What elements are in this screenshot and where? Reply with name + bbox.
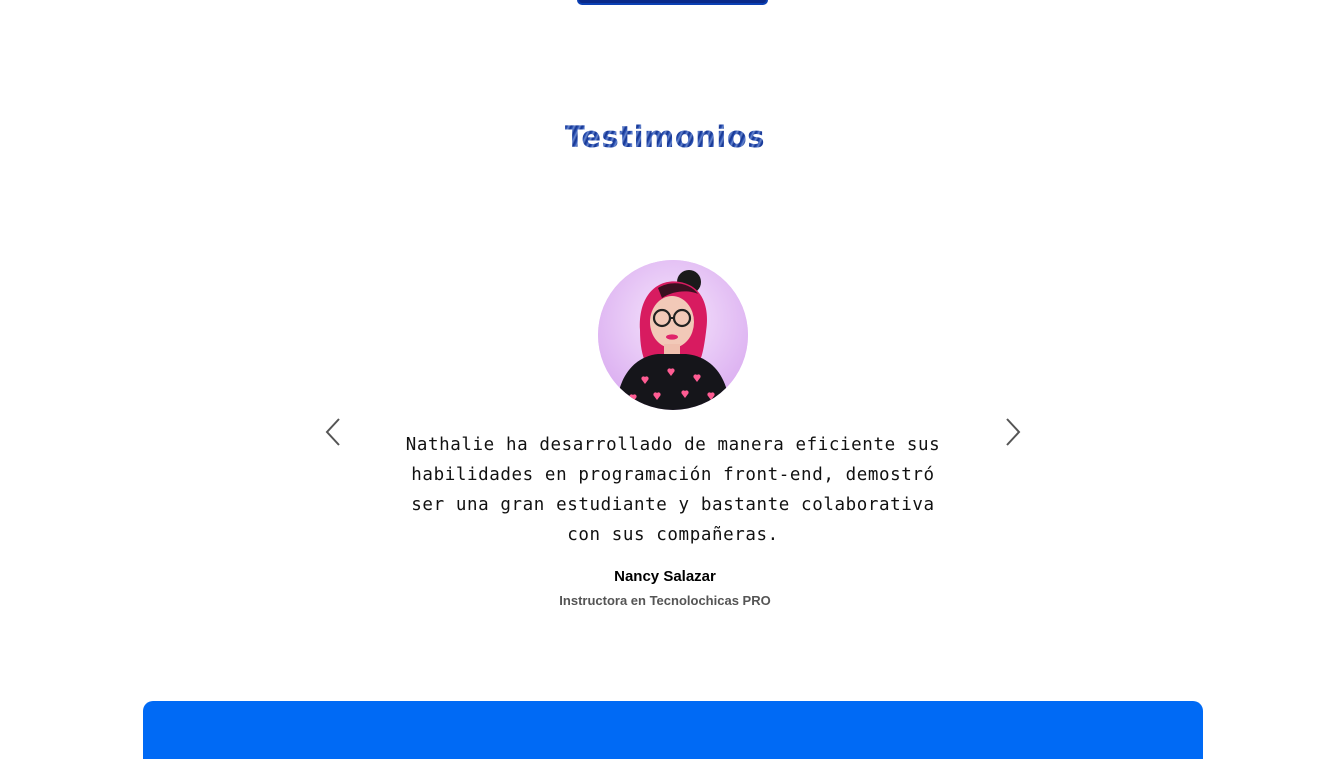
testimonial-author-name: Nancy Salazar [614, 568, 716, 585]
testimonial-author-role: Instructora en Tecnolochicas PRO [559, 593, 771, 608]
page: Testimonios Nathalie ha desarrollado de … [0, 0, 1330, 759]
section-title: Testimonios [0, 120, 1330, 154]
testimonial-quote: Nathalie ha desarrollado de manera efici… [405, 435, 941, 545]
carousel-next-button[interactable] [1001, 416, 1025, 448]
chevron-left-icon [325, 418, 340, 446]
top-button[interactable] [577, 0, 768, 5]
testimonial-avatar [598, 260, 748, 410]
blue-panel [143, 701, 1203, 759]
chevron-right-icon [1006, 418, 1021, 446]
avatar-photo [598, 260, 748, 410]
carousel-prev-button[interactable] [321, 416, 345, 448]
